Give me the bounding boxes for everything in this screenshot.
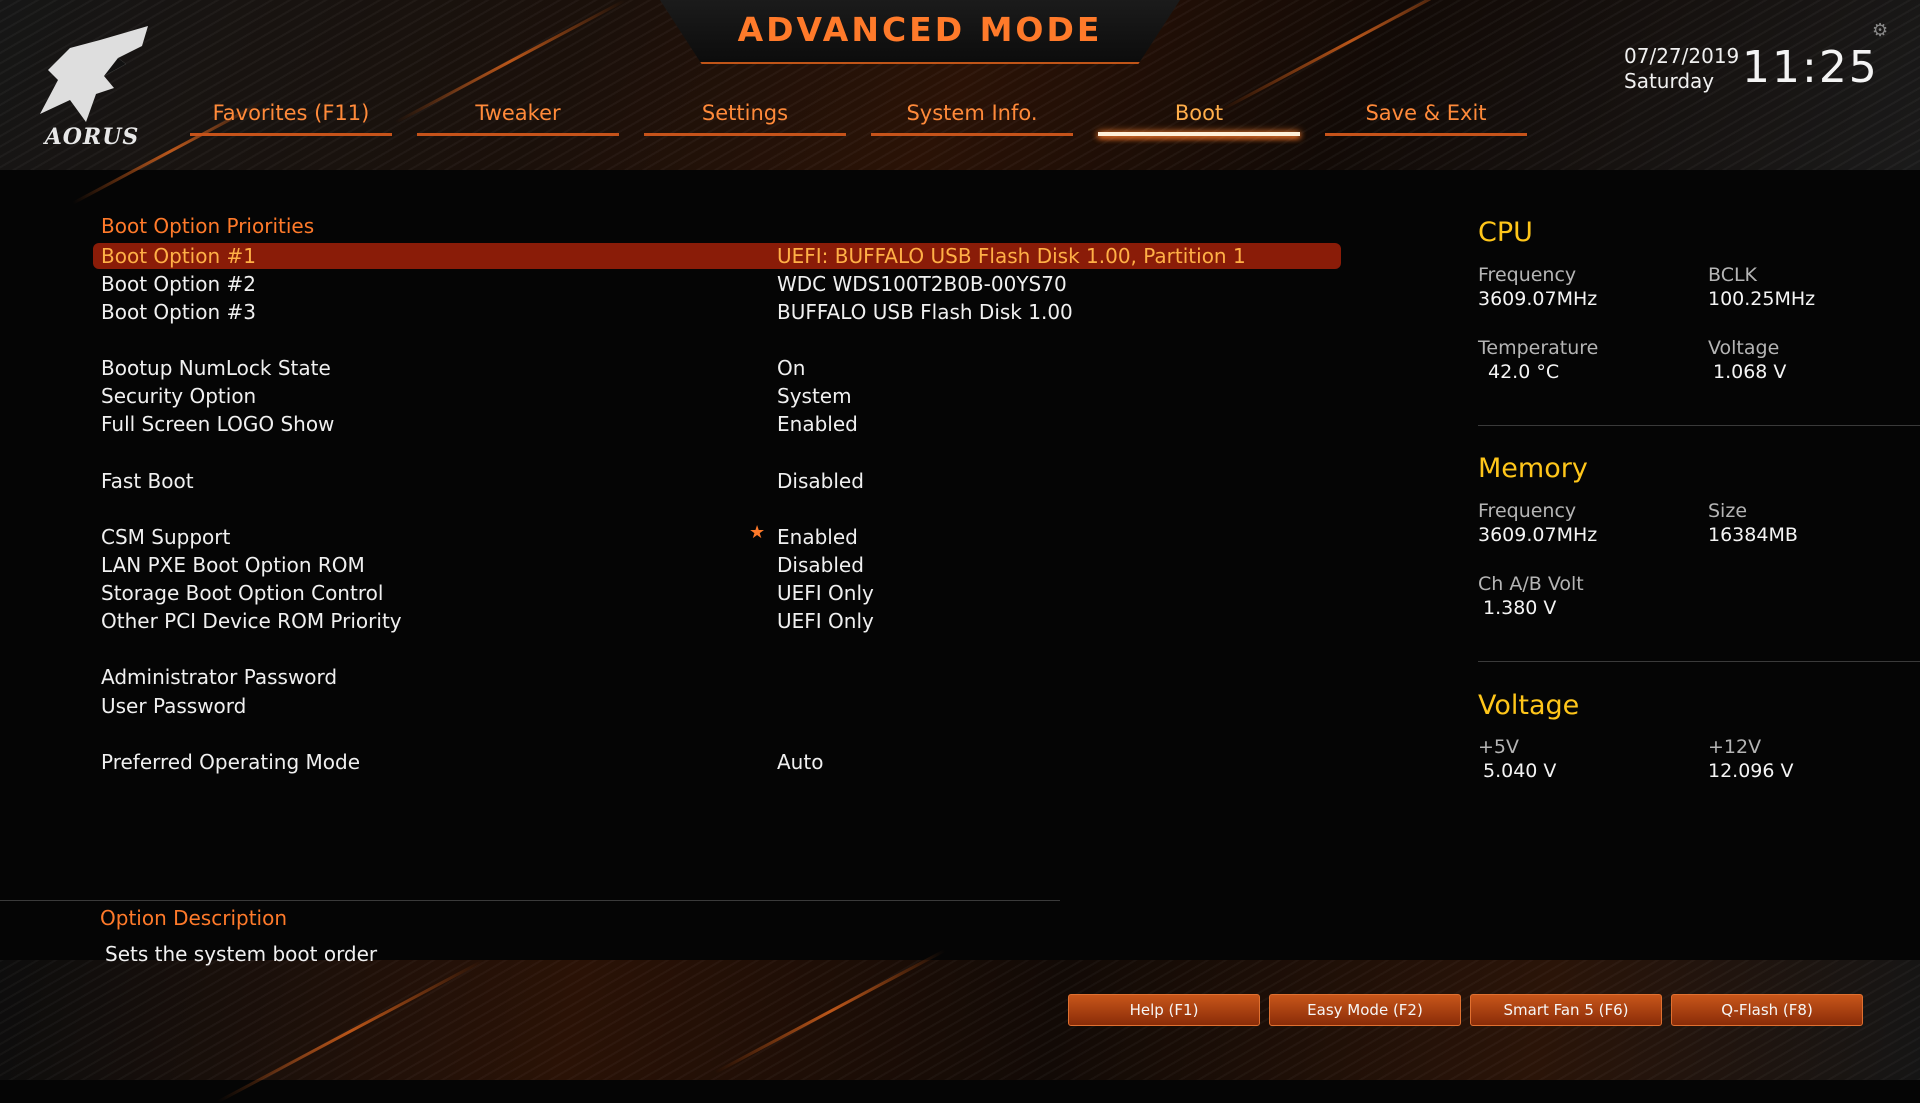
security-option-row[interactable]: Security Option System (93, 383, 1341, 409)
option-label: CSM Support (101, 525, 231, 549)
memory-frequency-label: Frequency (1478, 500, 1577, 522)
lan-pxe-row[interactable]: LAN PXE Boot Option ROM Disabled (93, 552, 1341, 578)
boot-option-3-row[interactable]: Boot Option #3 BUFFALO USB Flash Disk 1.… (93, 299, 1341, 325)
option-value[interactable]: BUFFALO USB Flash Disk 1.00 (777, 299, 1073, 325)
logo-show-row[interactable]: Full Screen LOGO Show Enabled (93, 411, 1341, 437)
tab-settings[interactable]: Settings (644, 98, 846, 138)
option-label: Preferred Operating Mode (101, 750, 360, 774)
date-display: 07/27/2019 Saturday (1624, 44, 1739, 94)
option-label: Boot Option #1 (101, 244, 256, 268)
option-value[interactable]: UEFI: BUFFALO USB Flash Disk 1.00, Parti… (777, 243, 1246, 269)
option-label: Bootup NumLock State (101, 356, 331, 380)
pci-rom-priority-row[interactable]: Other PCI Device ROM Priority UEFI Only (93, 608, 1341, 634)
option-value[interactable]: Enabled (777, 524, 858, 550)
plus12v-label: +12V (1708, 736, 1762, 758)
plus5v-value: 5.040 V (1483, 760, 1557, 782)
option-label: Storage Boot Option Control (101, 581, 384, 605)
user-password-row[interactable]: User Password (93, 693, 1341, 719)
cpu-voltage-value: 1.068 V (1713, 361, 1787, 383)
option-label: Administrator Password (101, 665, 338, 689)
memory-frequency-value: 3609.07MHz (1478, 524, 1598, 546)
option-label: Full Screen LOGO Show (101, 412, 335, 436)
easy-mode-button[interactable]: Easy Mode (F2) (1269, 994, 1461, 1026)
day-text: Saturday (1624, 69, 1715, 93)
boot-option-2-row[interactable]: Boot Option #2 WDC WDS100T2B0B-00YS70 (93, 271, 1341, 297)
option-label: Boot Option #2 (101, 272, 256, 296)
admin-password-row[interactable]: Administrator Password (93, 664, 1341, 690)
option-value[interactable]: Disabled (777, 468, 864, 494)
memory-panel-title: Memory (1478, 453, 1588, 484)
option-value[interactable]: On (777, 355, 805, 381)
option-label: User Password (101, 694, 247, 718)
tab-system-info[interactable]: System Info. (871, 98, 1073, 138)
plus5v-label: +5V (1478, 736, 1520, 758)
description-title: Option Description (100, 906, 288, 930)
help-button[interactable]: Help (F1) (1068, 994, 1260, 1026)
panel-divider (1478, 425, 1920, 426)
voltage-panel-title: Voltage (1478, 690, 1580, 721)
option-value[interactable]: System (777, 383, 852, 409)
description-text: Sets the system boot order (105, 942, 378, 966)
cpu-frequency-label: Frequency (1478, 264, 1577, 286)
bclk-value: 100.25MHz (1708, 288, 1816, 310)
preferred-mode-row[interactable]: Preferred Operating Mode Auto (93, 749, 1341, 775)
fast-boot-row[interactable]: Fast Boot Disabled (93, 468, 1341, 494)
tab-favorites[interactable]: Favorites (F11) (190, 98, 392, 138)
panel-divider (1478, 661, 1920, 662)
memory-size-label: Size (1708, 500, 1748, 522)
option-value[interactable]: WDC WDS100T2B0B-00YS70 (777, 271, 1067, 297)
cpu-frequency-value: 3609.07MHz (1478, 288, 1598, 310)
option-label: Boot Option #3 (101, 300, 256, 324)
tab-boot[interactable]: Boot (1098, 98, 1300, 138)
boot-option-1-row[interactable]: Boot Option #1 UEFI: BUFFALO USB Flash D… (93, 243, 1341, 269)
bclk-label: BCLK (1708, 264, 1758, 286)
storage-boot-control-row[interactable]: Storage Boot Option Control UEFI Only (93, 580, 1341, 606)
clock: 11:25 (1742, 42, 1879, 93)
tab-save-exit[interactable]: Save & Exit (1325, 98, 1527, 138)
section-title: Boot Option Priorities (101, 214, 315, 238)
option-value[interactable]: Enabled (777, 411, 858, 437)
memory-size-value: 16384MB (1708, 524, 1798, 546)
ch-ab-volt-label: Ch A/B Volt (1478, 573, 1584, 595)
tab-tweaker[interactable]: Tweaker (417, 98, 619, 138)
description-divider (0, 900, 1060, 901)
star-icon: ★ (749, 522, 766, 543)
csm-support-row[interactable]: CSM Support ★ Enabled (93, 522, 1341, 550)
numlock-state-row[interactable]: Bootup NumLock State On (93, 355, 1341, 381)
option-value[interactable]: UEFI Only (777, 580, 874, 606)
option-label: LAN PXE Boot Option ROM (101, 553, 365, 577)
q-flash-button[interactable]: Q-Flash (F8) (1671, 994, 1863, 1026)
ch-ab-volt-value: 1.380 V (1483, 597, 1557, 619)
option-label: Security Option (101, 384, 257, 408)
option-value[interactable]: Disabled (777, 552, 864, 578)
cpu-panel-title: CPU (1478, 217, 1533, 248)
option-value[interactable]: Auto (777, 749, 823, 775)
option-label: Fast Boot (101, 469, 194, 493)
cpu-temperature-value: 42.0 °C (1488, 361, 1560, 383)
aorus-logo-text: AORUS (44, 124, 140, 150)
smart-fan-button[interactable]: Smart Fan 5 (F6) (1470, 994, 1662, 1026)
date-text: 07/27/2019 (1624, 44, 1740, 68)
gear-icon[interactable]: ⚙ (1872, 20, 1888, 41)
option-value[interactable]: UEFI Only (777, 608, 874, 634)
option-label: Other PCI Device ROM Priority (101, 609, 402, 633)
plus12v-value: 12.096 V (1708, 760, 1794, 782)
cpu-temperature-label: Temperature (1478, 337, 1599, 359)
mode-title: ADVANCED MODE (737, 10, 1103, 49)
cpu-voltage-label: Voltage (1708, 337, 1780, 359)
